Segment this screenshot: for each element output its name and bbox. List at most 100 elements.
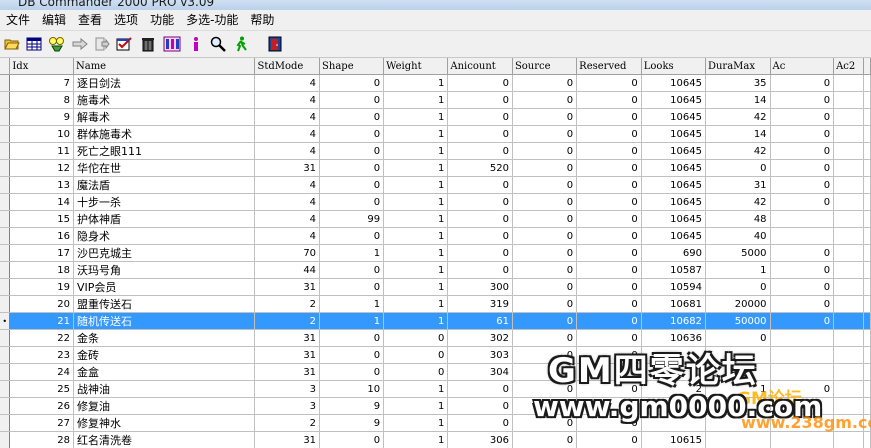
table-cell[interactable]: 44 [254,261,321,279]
info-icon[interactable] [187,35,205,53]
menu-item[interactable]: 编辑 [36,10,72,30]
table-cell[interactable]: 42 [705,193,771,211]
row-indicator[interactable] [0,414,11,432]
table-cell[interactable]: 0 [512,159,578,177]
table-cell[interactable]: 1 [383,142,449,160]
table-cell[interactable]: 3 [254,380,321,398]
table-cell[interactable]: 金盒 [73,363,256,381]
table-cell[interactable]: 0 [447,193,513,211]
table-cell[interactable]: 0 [447,142,513,160]
table-row[interactable]: 18 沃玛号角 44 0 1 0 0 0 10587 1 0 [0,261,871,279]
table-cell[interactable]: 302 [447,329,513,347]
table-cell[interactable]: 10645 [641,159,706,177]
table-cell[interactable]: 61 [447,312,513,330]
table-cell[interactable]: 0 [705,159,771,177]
table-cell[interactable]: 303 [447,346,513,364]
table-cell[interactable]: 0 [319,346,385,364]
table-row[interactable]: 12 华佗在世 31 0 1 520 0 0 10645 0 0 [0,159,871,177]
table-cell[interactable]: 1 [383,380,449,398]
table-cell[interactable]: 19 [9,278,74,296]
table-cell[interactable]: 31 [254,363,321,381]
running-man-icon[interactable] [232,35,250,53]
table-cell[interactable]: 28 [9,431,74,448]
row-indicator[interactable] [0,431,11,448]
table-cell[interactable] [833,159,864,177]
table-cell[interactable]: 21 [9,312,74,330]
table-cell[interactable]: 10645 [641,210,706,228]
table-cell[interactable]: 1 [383,397,449,415]
table-cell[interactable]: 1 [383,125,449,143]
table-cell[interactable] [833,142,864,160]
table-cell[interactable]: 0 [319,142,385,160]
trash-icon[interactable] [139,35,157,53]
row-indicator[interactable] [0,346,11,364]
table-cell[interactable]: 4 [254,176,321,194]
table-cell[interactable]: 25 [9,380,74,398]
table-cell[interactable]: 解毒术 [73,108,256,126]
table-cell[interactable]: 0 [319,108,385,126]
table-cell[interactable]: 1 [383,278,449,296]
table-cell[interactable]: 沃玛号角 [73,261,256,279]
table-cell[interactable]: 0 [447,108,513,126]
table-cell[interactable]: 50000 [705,312,771,330]
row-indicator[interactable] [0,176,11,194]
table-cell[interactable]: 520 [447,159,513,177]
table-cell[interactable]: 22 [9,329,74,347]
table-cell[interactable]: 4 [254,227,321,245]
table-cell[interactable]: 1 [319,295,385,313]
column-header[interactable]: Shape [319,58,385,75]
table-row[interactable]: 14 十步一杀 4 0 1 0 0 0 10645 42 0 [0,193,871,211]
table-cell[interactable] [833,397,864,415]
table-cell[interactable]: 1 [383,193,449,211]
table-row[interactable]: 7 逐日剑法 4 0 1 0 0 0 10645 35 0 [0,74,871,92]
table-cell[interactable]: 护体神盾 [73,210,256,228]
table-cell[interactable]: 31 [705,176,771,194]
column-header[interactable]: Ac2 [833,58,864,75]
table-cell[interactable]: 0 [512,227,578,245]
table-cell[interactable]: 修复神水 [73,414,256,432]
table-cell[interactable]: 35 [705,74,771,92]
search-icon[interactable] [209,35,227,53]
table-cell[interactable]: 1 [383,91,449,109]
row-indicator[interactable] [0,380,11,398]
row-indicator[interactable] [0,74,11,92]
table-cell[interactable]: 华佗在世 [73,159,256,177]
table-cell[interactable]: 1 [383,227,449,245]
table-cell[interactable]: 42 [705,142,771,160]
table-cell[interactable]: 0 [770,108,835,126]
table-cell[interactable]: 0 [319,125,385,143]
table-cell[interactable]: 1 [383,74,449,92]
table-cell[interactable]: 0 [770,159,835,177]
table-cell[interactable] [770,346,835,364]
table-cell[interactable]: 10645 [641,193,706,211]
row-indicator[interactable] [0,278,11,296]
table-cell[interactable]: 0 [770,193,835,211]
table-cell[interactable]: 48 [705,210,771,228]
row-indicator[interactable] [0,261,11,279]
table-cell[interactable]: 10645 [641,227,706,245]
table-cell[interactable]: 盟重传送石 [73,295,256,313]
table-cell[interactable]: 319 [447,295,513,313]
table-cell[interactable]: 十步一杀 [73,193,256,211]
table-cell[interactable]: 0 [770,125,835,143]
table-cell[interactable]: 0 [512,278,578,296]
table-cell[interactable]: 31 [254,278,321,296]
table-cell[interactable]: 0 [576,244,642,262]
table-cell[interactable]: 0 [576,91,642,109]
table-cell[interactable]: 0 [770,91,835,109]
table-cell[interactable]: 0 [512,295,578,313]
table-grid-icon[interactable] [25,35,43,53]
table-cell[interactable]: 16 [9,227,74,245]
table-cell[interactable]: 0 [576,159,642,177]
table-cell[interactable] [833,244,864,262]
table-cell[interactable]: 0 [576,74,642,92]
column-header[interactable]: Anicount [447,58,513,75]
table-cell[interactable]: 0 [512,244,578,262]
table-cell[interactable] [833,363,864,381]
table-cell[interactable]: 70 [254,244,321,262]
table-cell[interactable]: 10645 [641,74,706,92]
table-row[interactable]: 10 群体施毒术 4 0 1 0 0 0 10645 14 0 [0,125,871,143]
table-cell[interactable]: 0 [576,278,642,296]
table-cell[interactable]: 0 [512,74,578,92]
table-cell[interactable]: 40 [705,227,771,245]
